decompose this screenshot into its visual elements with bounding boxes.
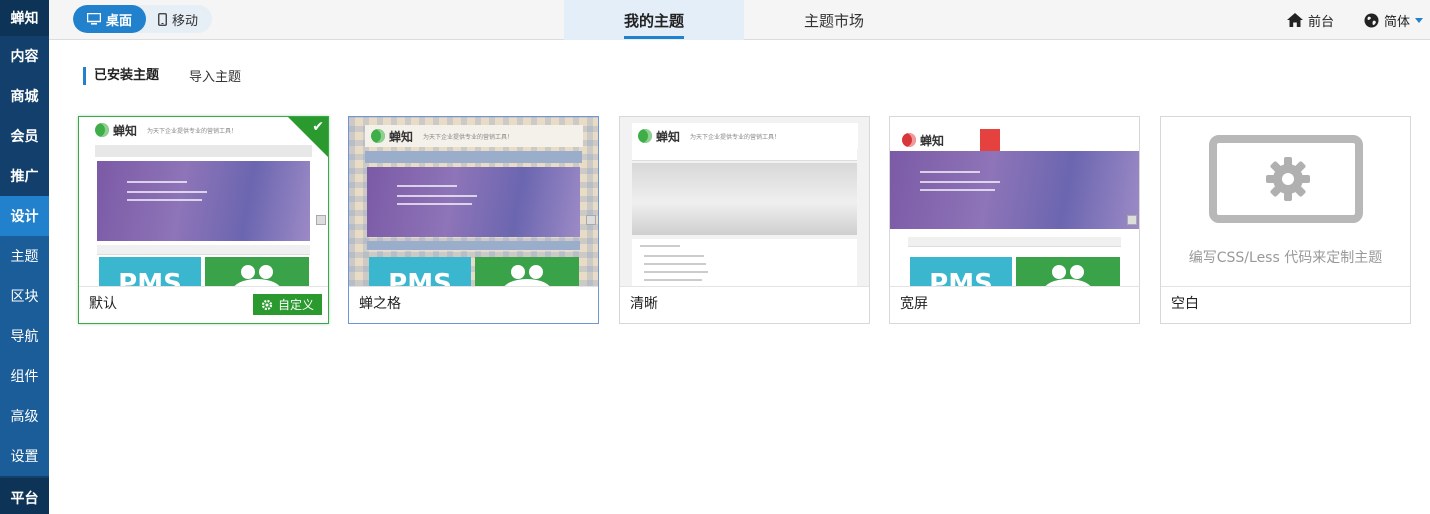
check-icon: ✔ [312,119,324,135]
preview-nav [632,149,857,161]
preview-pms-tile: PMS [369,257,471,286]
theme-card-chanzhige[interactable]: 蝉知 为天下企业提供专业的营销工具！ PMS 蝉之格 [348,116,599,324]
desktop-toggle-label: 桌面 [106,13,133,29]
sidebar-item-theme[interactable]: 主题 [0,236,49,276]
sidebar-item-shop[interactable]: 商城 [0,76,49,116]
preview-banner [890,151,1139,229]
preview-pms-tile: PMS [99,257,201,286]
theme-subnav: 已安装主题 导入主题 [83,66,241,85]
sidebar-item-design[interactable]: 设计 [0,196,49,236]
preview-tagline: 为天下企业提供专业的营销工具！ [690,133,781,141]
logo-icon [371,129,385,143]
preview-people-tile [205,257,309,286]
theme-preview-wide: 蝉知 PMS [890,117,1139,287]
theme-card-default[interactable]: 蝉知 为天下企业提供专业的营销工具！ PMS ✔ 默认 自定义 [78,116,329,324]
preview-logo-text: 蝉知 [920,133,945,148]
theme-card-clear[interactable]: 蝉知 为天下企业提供专业的营销工具！ 清晰 [619,116,870,324]
preview-header: 蝉知 [890,129,1139,151]
preview-header: 蝉知 为天下企业提供专业的营销工具！ [365,125,583,147]
home-icon [1287,13,1303,27]
preview-nav-active [980,129,1000,151]
sidebar-brand[interactable]: 蝉知 [0,0,49,36]
preview-tagline: 为天下企业提供专业的营销工具！ [147,127,238,135]
theme-name: 蝉之格 [359,296,401,312]
mobile-toggle-label: 移动 [172,13,199,29]
language-switcher[interactable]: 简体 [1364,0,1424,40]
preview-section-bar [367,241,580,251]
frontend-link[interactable]: 前台 [1287,0,1334,40]
theme-card-blank[interactable]: 编写CSS/Less 代码来定制主题 空白 [1160,116,1411,324]
theme-card-wide[interactable]: 蝉知 PMS 宽屏 [889,116,1140,324]
preview-banner [97,161,310,241]
preview-list [632,239,857,286]
app-window: 蝉知 内容 商城 会员 推广 设计 主题 区块 导航 组件 高级 设置 平台 桌… [0,0,1430,514]
sidebar-item-content[interactable]: 内容 [0,36,49,76]
subnav-import-theme[interactable]: 导入主题 [189,66,241,85]
theme-preview-default: 蝉知 为天下企业提供专业的营销工具！ PMS ✔ [79,117,328,287]
top-bar: 桌面 移动 我的主题 主题市场 前台 简体 [49,0,1430,40]
gear-icon [1266,157,1310,201]
preview-banner [632,163,857,235]
desktop-toggle-button[interactable]: 桌面 [73,5,147,33]
mobile-toggle-button[interactable]: 移动 [146,5,212,33]
caret-down-icon [1415,17,1424,23]
sidebar-item-navigation[interactable]: 导航 [0,316,49,356]
preview-nav [365,151,582,163]
sidebar: 蝉知 内容 商城 会员 推广 设计 主题 区块 导航 组件 高级 设置 平台 [0,0,49,514]
device-toggle: 桌面 移动 [73,5,213,33]
preview-nav [95,145,312,157]
preview-tagline: 为天下企业提供专业的营销工具！ [423,133,514,141]
qr-code-icon [1127,215,1137,225]
preview-people-tile [1016,257,1120,286]
theme-name: 默认 [89,296,117,312]
theme-preview-chanzhige: 蝉知 为天下企业提供专业的营销工具！ PMS [349,117,598,287]
preview-section-bar [97,245,310,255]
sidebar-item-platform[interactable]: 平台 [0,478,49,514]
preview-header: 蝉知 为天下企业提供专业的营销工具！ [632,123,858,149]
logo-icon [902,133,916,147]
theme-name: 空白 [1171,296,1199,312]
language-label: 简体 [1384,14,1411,30]
logo-icon [638,129,652,143]
preview-banner [367,167,580,237]
sidebar-item-blocks[interactable]: 区块 [0,276,49,316]
sidebar-item-members[interactable]: 会员 [0,116,49,156]
preview-people-tile [475,257,579,286]
preview-section-bar [908,237,1121,247]
sidebar-item-components[interactable]: 组件 [0,356,49,396]
theme-preview-clear: 蝉知 为天下企业提供专业的营销工具！ [620,117,869,287]
logo-icon [95,123,109,137]
frontend-link-label: 前台 [1308,14,1335,30]
customize-button-label: 自定义 [277,298,314,312]
theme-name: 宽屏 [900,296,928,312]
sidebar-item-promotion[interactable]: 推广 [0,156,49,196]
qr-code-icon [586,215,596,225]
qr-code-icon [316,215,326,225]
monitor-icon [87,13,101,25]
preview-pms-tile: PMS [910,257,1012,286]
preview-logo-text: 蝉知 [113,123,138,138]
theme-name: 清晰 [630,296,658,312]
tablet-icon [158,12,167,26]
globe-icon [1364,13,1379,27]
sidebar-item-advanced[interactable]: 高级 [0,396,49,436]
customize-button[interactable]: 自定义 [252,294,322,315]
theme-preview-blank: 编写CSS/Less 代码来定制主题 [1161,117,1410,287]
subnav-installed-themes[interactable]: 已安装主题 [83,66,159,85]
sidebar-item-settings[interactable]: 设置 [0,436,49,476]
preview-logo-text: 蝉知 [656,129,681,144]
preview-logo-text: 蝉知 [389,129,414,144]
gear-icon [261,299,273,310]
tab-theme-market[interactable]: 主题市场 [784,0,884,40]
tab-my-themes[interactable]: 我的主题 [564,0,744,40]
blank-theme-caption: 编写CSS/Less 代码来定制主题 [1188,250,1383,266]
